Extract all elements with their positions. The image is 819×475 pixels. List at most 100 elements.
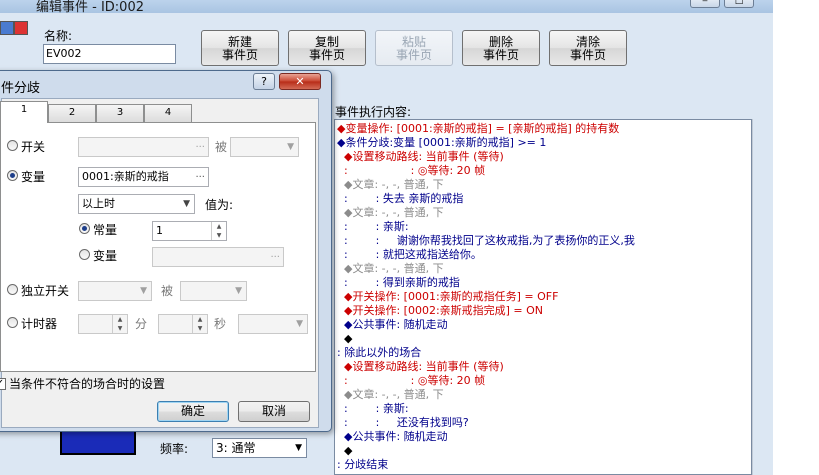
command-line[interactable]: : : ◎等待: 20 帧 (337, 164, 485, 178)
timer-label: 计时器 (21, 317, 58, 331)
paste-page-button[interactable]: 粘贴 事件页 (375, 30, 453, 66)
chevron-down-icon: ▼ (296, 319, 303, 329)
command-line[interactable]: ◆开关操作: [0002:亲斯戒指完成] = ON (337, 304, 543, 318)
compare-select[interactable]: 以上时 ▼ (78, 194, 195, 214)
constant-stepper[interactable]: ▲ ▼ (211, 222, 226, 240)
maximize-button[interactable]: □ (724, 0, 754, 8)
name-label: 名称: (44, 29, 73, 43)
delete-page-button[interactable]: 删除 事件页 (462, 30, 540, 66)
tab-4[interactable]: 4 (144, 104, 192, 122)
command-line[interactable]: ◆开关操作: [0001:亲斯的戒指任务] = OFF (337, 290, 558, 304)
self-switch-label: 独立开关 (21, 284, 70, 298)
command-line[interactable]: ◆变量操作: [0001:亲斯的戒指] = [亲斯的戒指] 的持有数 (337, 122, 619, 136)
variable-value: 0001:亲斯的戒指 (82, 170, 169, 183)
frequency-select[interactable]: 3: 通常 ▼ (212, 438, 307, 458)
event-icon[interactable] (14, 21, 28, 35)
grid-icon[interactable] (0, 21, 14, 35)
command-line[interactable]: : : 亲斯: (337, 220, 409, 234)
new-page-label-2: 事件页 (221, 48, 258, 62)
window-controls: ‒ □ (690, 0, 770, 10)
command-line[interactable]: : 除此以外的场合 (337, 346, 421, 360)
command-line[interactable]: ◆文章: -, -, 普通, 下 (337, 206, 444, 220)
variable-radio[interactable] (7, 170, 18, 181)
variable-select[interactable]: 0001:亲斯的戒指 ... (78, 167, 209, 187)
conditional-branch-dialog: 件分歧 ? ✕ 1 2 3 4 开关 ... 被 ▼ 变量 0001:亲斯的戒指… (0, 70, 332, 432)
close-button[interactable]: ✕ (279, 73, 321, 90)
arrow-down-icon[interactable]: ▼ (113, 324, 127, 333)
self-switch-select[interactable]: ▼ (78, 281, 152, 301)
arrow-up-icon[interactable]: ▲ (193, 315, 207, 324)
tab-3[interactable]: 3 (96, 104, 144, 122)
command-line[interactable]: ◆条件分歧:变量 [0001:亲斯的戒指] >= 1 (337, 136, 546, 150)
new-page-button[interactable]: 新建 事件页 (201, 30, 279, 66)
minimize-button[interactable]: ‒ (690, 0, 720, 8)
command-line[interactable]: ◆文章: -, -, 普通, 下 (337, 262, 444, 276)
command-line[interactable]: ◆设置移动路线: 当前事件 (等待) (337, 360, 504, 374)
arrow-up-icon[interactable]: ▲ (113, 315, 127, 324)
timer-stepper[interactable]: ▲ ▼ (112, 315, 127, 333)
frequency-value: 3: 通常 (216, 441, 256, 455)
command-line[interactable]: : : 谢谢你帮我找回了这枚戒指,为了表扬你的正义,我 (337, 234, 635, 248)
command-line[interactable]: ◆ (337, 444, 352, 458)
command-line[interactable]: : : ◎等待: 20 帧 (337, 374, 485, 388)
event-name-input[interactable]: EV002 (43, 44, 176, 64)
command-line[interactable]: ◆公共事件: 随机走动 (337, 318, 448, 332)
switch-select[interactable]: ... (78, 137, 209, 157)
compare-value: 以上时 (82, 197, 115, 210)
switch-is-label: 被 (215, 140, 228, 154)
command-line[interactable]: ◆文章: -, -, 普通, 下 (337, 178, 444, 192)
constant-label: 常量 (93, 223, 118, 237)
graphic-preview[interactable] (60, 428, 136, 455)
self-switch-radio[interactable] (7, 284, 18, 295)
timer-minutes-input[interactable]: ▲ ▼ (158, 314, 208, 334)
arrow-down-icon[interactable]: ▼ (193, 324, 207, 333)
editor-title: 编辑事件 - ID:002 (36, 0, 144, 15)
command-line[interactable]: : : 失去 亲斯的戒指 (337, 192, 463, 206)
self-switch-is-label: 被 (161, 284, 174, 298)
command-line[interactable]: ◆公共事件: 随机走动 (337, 430, 448, 444)
minutes-stepper[interactable]: ▲ ▼ (192, 315, 207, 333)
else-branch-checkbox[interactable]: ✓ (0, 378, 6, 390)
timer-seconds-select[interactable]: ▼ (238, 314, 308, 334)
else-branch-label: 当条件不符合的场合时的设置 (9, 377, 166, 391)
arrow-up-icon[interactable]: ▲ (212, 222, 226, 231)
paste-page-label-2: 事件页 (395, 48, 432, 62)
command-line[interactable]: : : 得到亲斯的戒指 (337, 276, 460, 290)
arrow-down-icon[interactable]: ▼ (212, 231, 226, 240)
ok-button[interactable]: 确定 (157, 401, 229, 422)
dialog-title: 件分歧 (1, 81, 41, 96)
variable2-radio[interactable] (79, 249, 90, 260)
clear-page-label-2: 事件页 (569, 48, 606, 62)
command-line[interactable]: ◆ (337, 332, 352, 346)
self-switch-state-select[interactable]: ▼ (180, 281, 247, 301)
command-line[interactable]: : 分歧结束 (337, 458, 388, 472)
command-line[interactable]: ◆设置移动路线: 当前事件 (等待) (337, 150, 504, 164)
help-button[interactable]: ? (253, 73, 275, 90)
tab-2[interactable]: 2 (48, 104, 96, 122)
chevron-down-icon: ▼ (287, 142, 294, 152)
copy-page-button[interactable]: 复制 事件页 (288, 30, 366, 66)
timer-compare-select[interactable]: ▲ ▼ (78, 314, 128, 334)
command-line[interactable]: ◆文章: -, -, 普通, 下 (337, 388, 444, 402)
tab-1[interactable]: 1 (0, 101, 48, 123)
ellipsis-icon: ... (195, 169, 205, 180)
timer-radio[interactable] (7, 317, 18, 328)
variable2-select[interactable]: ... (152, 247, 284, 267)
command-line[interactable]: : : 就把这戒指送给你。 (337, 248, 482, 262)
vertical-scrollbar[interactable] (752, 119, 770, 475)
switch-label: 开关 (21, 140, 46, 154)
chevron-down-icon: ▼ (140, 286, 147, 296)
ellipsis-icon: ... (195, 139, 205, 150)
command-line[interactable]: : : 亲斯: (337, 402, 409, 416)
frequency-label: 频率: (160, 442, 189, 456)
copy-page-label-2: 事件页 (308, 48, 345, 62)
content-label: 事件执行内容: (335, 105, 412, 119)
cancel-button[interactable]: 取消 (238, 401, 310, 422)
command-line[interactable]: : : 还没有找到吗? (337, 416, 469, 430)
command-list[interactable]: ◆变量操作: [0001:亲斯的戒指] = [亲斯的戒指] 的持有数 ◆条件分歧:… (334, 119, 752, 475)
switch-state-select[interactable]: ▼ (230, 137, 299, 157)
clear-page-button[interactable]: 清除 事件页 (549, 30, 627, 66)
switch-radio[interactable] (7, 140, 18, 151)
constant-input[interactable]: 1 ▲ ▼ (152, 221, 227, 241)
constant-radio[interactable] (79, 223, 90, 234)
